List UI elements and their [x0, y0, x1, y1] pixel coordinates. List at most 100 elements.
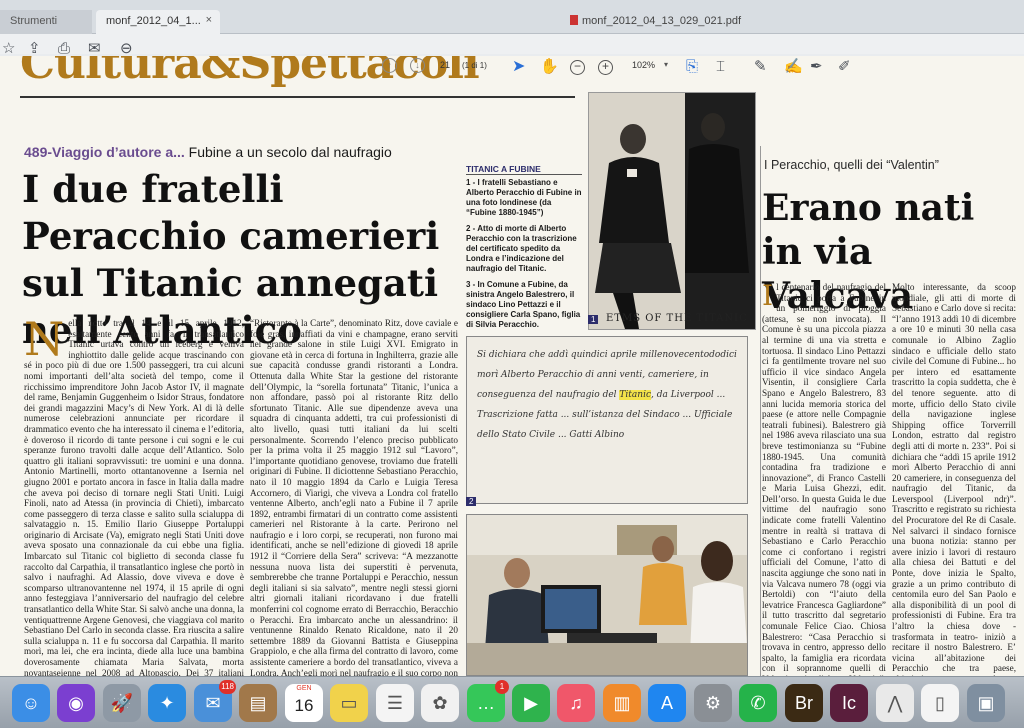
select-icon[interactable]: ⌶: [716, 58, 725, 76]
dock-glyph: ⋀: [887, 693, 903, 713]
dock-glyph: ☺: [21, 693, 41, 713]
stickies-icon[interactable]: ▭: [330, 684, 368, 722]
photos-icon[interactable]: ✿: [421, 684, 459, 722]
dropcap: N: [24, 318, 65, 366]
next-page-icon[interactable]: ↓: [410, 58, 425, 73]
dock-glyph: ▯: [935, 693, 945, 713]
sign-icon[interactable]: ✒: [810, 58, 823, 76]
hand-icon[interactable]: ✋: [540, 58, 559, 76]
page-count: (1 di 1): [462, 61, 487, 70]
tab-close-icon[interactable]: ×: [206, 14, 212, 26]
siri-icon[interactable]: ◉: [57, 684, 95, 722]
dock-glyph: ▥: [613, 693, 631, 713]
photo-handwritten-caption: ETMS OF THE TITANIC: [606, 313, 748, 324]
meeting-illustration: [467, 515, 747, 675]
photo-number: 1: [588, 315, 599, 324]
highlighted-word: Titanic: [619, 390, 651, 400]
zoom-level-select[interactable]: 102%: [632, 60, 655, 70]
preview-icon[interactable]: ▣: [967, 684, 1005, 722]
calendar-day: 16: [294, 696, 314, 715]
messages-icon[interactable]: … 1: [467, 680, 509, 722]
dock-glyph: Ic: [841, 693, 856, 713]
launchpad-icon[interactable]: 🚀: [103, 684, 141, 722]
whatsapp-icon[interactable]: ✆: [739, 684, 777, 722]
calendar-icon[interactable]: GEN 16: [285, 684, 323, 722]
caption-3: 3 - In Comune a Fubine, da sinistra Ange…: [466, 280, 581, 329]
dock-glyph: ✉: [205, 693, 221, 713]
kicker-series: 489-Viaggio d’autore a...: [24, 144, 185, 160]
macos-dock: ☺ ◉ 🚀 ✦ ✉ 118 ▤ GEN 16 ▭ ☰ ✿ … 1 ▶ ♫ ▥ A ⚙ ✆ Br Ic ⋀ ▯ ▣: [0, 676, 1024, 728]
photo-brothers: [588, 92, 756, 330]
minus-icon[interactable]: ⊖: [120, 40, 133, 58]
certificate-text: Si dichiara che addì quindici aprile mil…: [477, 345, 739, 445]
pen-icon[interactable]: ✎: [754, 58, 767, 76]
certificate-line: naufragio del: [552, 390, 620, 400]
chevron-down-icon[interactable]: ▾: [664, 60, 668, 69]
caption-1: 1 - I fratelli Sebastiano e Alberto Pera…: [466, 178, 582, 217]
app-store-icon[interactable]: A: [648, 684, 686, 722]
tab-label: Strumenti: [10, 15, 58, 27]
note-icon[interactable]: ✐: [838, 58, 851, 76]
page-number-field[interactable]: 21: [440, 60, 450, 70]
cursor-icon[interactable]: ➤: [512, 58, 525, 76]
photo-captions: TITANIC A FUBINE 1 - I fratelli Sebastia…: [466, 164, 582, 336]
dock-glyph: ▤: [249, 693, 267, 713]
brothers-illustration: [589, 93, 755, 329]
dock-glyph: ✿: [432, 693, 448, 713]
calendar-month: GEN: [296, 685, 312, 692]
star-icon[interactable]: ☆: [2, 40, 15, 58]
dock-glyph: ▣: [977, 693, 995, 713]
pdf-toolbar: ☆ ⇪ ⎙ ✉ ⊖: [0, 34, 1024, 57]
books-icon[interactable]: ▥: [603, 684, 641, 722]
tab-label: monf_2012_04_13_029_021.pdf: [582, 15, 742, 27]
reminders-icon[interactable]: ☰: [376, 684, 414, 722]
column-text: ella notte tra il 14 e il 15 aprile 1912…: [24, 318, 244, 676]
notes-icon[interactable]: ▤: [239, 684, 277, 722]
dock-glyph: ☰: [386, 693, 404, 713]
side-article-column-2: Molto interessante, da scoop mondiale, g…: [892, 282, 1016, 676]
photo-town-hall-meeting: [466, 514, 748, 676]
tab-document-active[interactable]: monf_2012_04_1... ×: [96, 10, 220, 34]
article-column-2: “Ristorante à la Carte”, denominato Ritz…: [250, 318, 458, 676]
dock-glyph: ▭: [340, 693, 358, 713]
kicker-text: Fubine a un secolo dal naufragio: [184, 144, 392, 160]
zoom-in-icon[interactable]: +: [598, 60, 613, 75]
safari-icon[interactable]: ✦: [148, 684, 186, 722]
divider: [20, 96, 575, 98]
print-icon[interactable]: ⎙: [58, 40, 70, 58]
document-icon[interactable]: ▯: [921, 684, 959, 722]
zoom-out-icon[interactable]: −: [570, 60, 585, 75]
column-divider: [760, 146, 761, 676]
dropcap: I: [762, 282, 774, 312]
dock-glyph: ✆: [750, 693, 766, 713]
side-article-column-1: Il centenario del naufragio del Titanic …: [762, 282, 886, 676]
acrobat-icon[interactable]: ⋀: [876, 684, 914, 722]
prev-page-icon[interactable]: ↑: [382, 58, 397, 73]
fit-page-icon[interactable]: ⎘: [686, 58, 698, 76]
facetime-icon[interactable]: ▶: [512, 684, 550, 722]
tab-strumenti[interactable]: Strumenti: [0, 10, 92, 34]
notification-badge: 118: [219, 680, 236, 694]
screen: Strumenti monf_2012_04_1... × monf_2012_…: [0, 0, 1024, 728]
bridge-icon[interactable]: Br: [785, 684, 823, 722]
column-text: “Ristorante à la Carte”, denominato Ritz…: [250, 318, 458, 676]
mail-app-icon[interactable]: ✉ 118: [194, 680, 236, 722]
caption-2: 2 - Atto di morte di Alberto Peracchio c…: [466, 224, 577, 273]
finder-icon[interactable]: ☺: [12, 684, 50, 722]
dock-glyph: ▶: [524, 693, 538, 713]
browser-tab-bar: Strumenti monf_2012_04_1... × monf_2012_…: [0, 0, 1024, 34]
music-icon[interactable]: ♫: [557, 684, 595, 722]
settings-icon[interactable]: ⚙: [694, 684, 732, 722]
article-column-1: Nella notte tra il 14 e il 15 aprile 191…: [24, 318, 244, 676]
mail-icon[interactable]: ✉: [88, 40, 101, 58]
share-icon[interactable]: ⇪: [28, 40, 41, 58]
notification-badge: 1: [495, 680, 509, 694]
dock-glyph: ♫: [569, 693, 583, 713]
dock-glyph: …: [477, 693, 495, 713]
dock-glyph: ◉: [68, 693, 84, 713]
pdf-page: Cultura&Spettacoli 489-Viaggio d’autore …: [0, 56, 1024, 676]
incopy-icon[interactable]: Ic: [830, 684, 868, 722]
draw-icon[interactable]: ✍: [784, 58, 803, 76]
dock-glyph: ⚙: [704, 693, 722, 713]
tab-pdf-title[interactable]: monf_2012_04_13_029_021.pdf: [560, 10, 760, 34]
